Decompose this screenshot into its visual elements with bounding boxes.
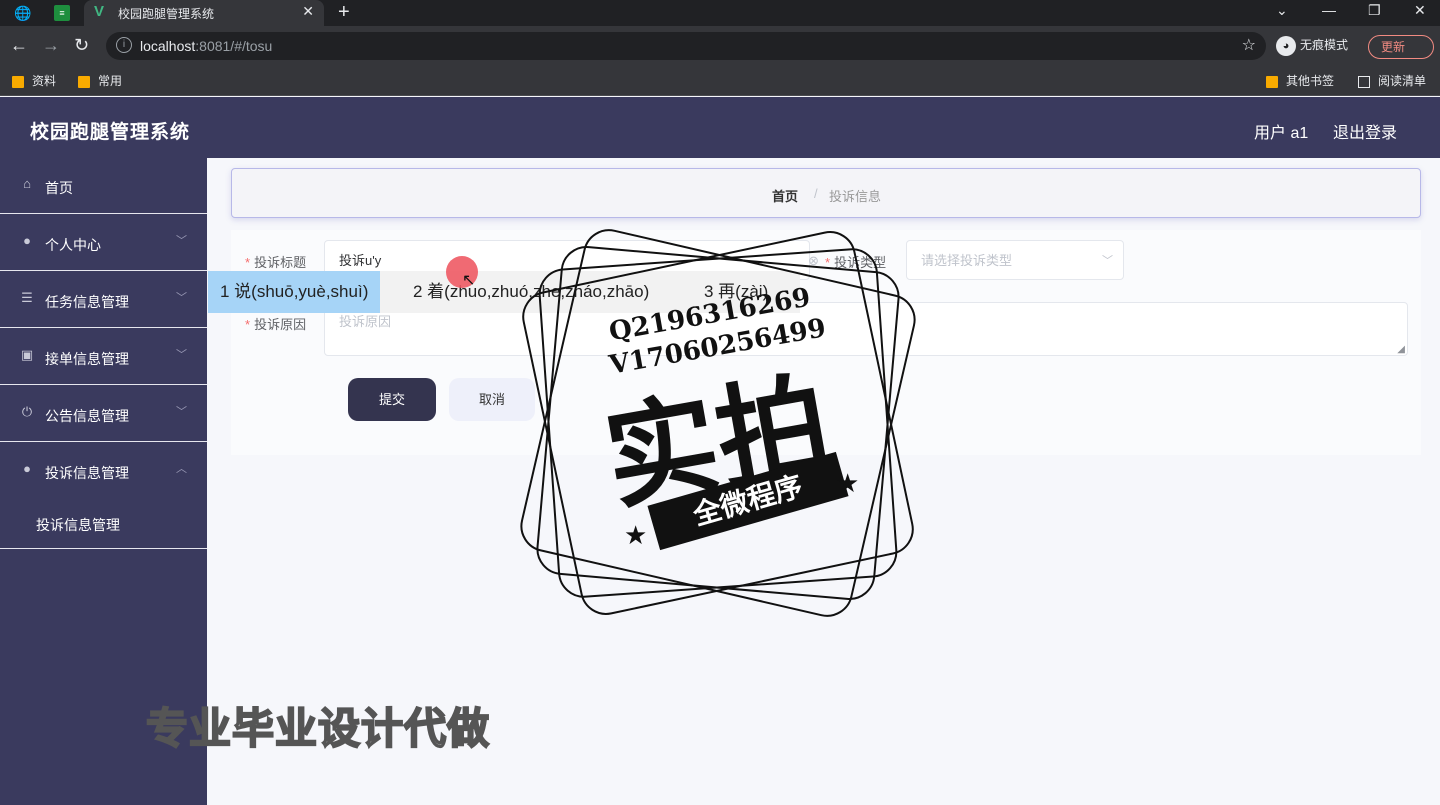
folder-icon [1266, 75, 1278, 88]
other-bookmarks[interactable]: 其他书签 [1266, 72, 1334, 89]
logout-link[interactable]: 退出登录 [1333, 119, 1397, 143]
reload-icon[interactable]: ↻ [74, 35, 89, 55]
bookmark-label: 阅读清单 [1378, 74, 1427, 88]
resize-handle-icon[interactable]: ◢ [1397, 344, 1405, 355]
sidebar-item-complaints[interactable]: ● 投诉信息管理 ︿ [0, 443, 207, 499]
app-title: 校园跑腿管理系统 [30, 122, 191, 143]
sidebar-item-announcements[interactable]: ⏻ 公告信息管理 ﹀ [0, 386, 207, 442]
back-icon[interactable]: ← [10, 35, 28, 55]
ime-candidate-1[interactable]: 1 说(shuō,yuè,shuì) [208, 271, 381, 313]
user-icon: ● [23, 461, 31, 476]
restore-icon[interactable]: ❐ [1368, 2, 1381, 19]
incognito-icon: ◕ [1276, 36, 1296, 56]
bookmark-star-icon[interactable]: ☆ [1242, 35, 1256, 55]
sidebar-item-label: 任务信息管理 [45, 294, 129, 310]
power-icon: ⏻ [21, 404, 33, 419]
vue-logo-icon: V [94, 3, 105, 20]
chevron-down-icon: ﹀ [1102, 255, 1113, 267]
breadcrumb: 首页 / 投诉信息 [231, 168, 1421, 218]
star-icon: ★ [836, 468, 860, 498]
address-bar-row: ← → ↻ i localhost:8081/#/tosu ☆ ◕ 无痕模式 更新 [0, 26, 1440, 66]
url-host: localhost [140, 38, 196, 54]
type-select[interactable]: 请选择投诉类型 ﹀ [906, 240, 1124, 280]
breadcrumb-separator: / [814, 186, 818, 201]
breadcrumb-current: 投诉信息 [829, 189, 882, 204]
mouse-cursor-icon: ↖ [462, 272, 476, 289]
required-marker: * [245, 255, 251, 270]
reason-placeholder: 投诉原因 [339, 314, 392, 329]
update-button[interactable]: 更新 [1368, 35, 1434, 59]
new-tab-icon[interactable]: + [338, 1, 350, 24]
chevron-up-icon: ︿ [176, 463, 187, 475]
clipboard-icon: ▣ [20, 347, 34, 362]
chevron-down-icon: ﹀ [176, 349, 187, 361]
sidebar-item-orders[interactable]: ▣ 接单信息管理 ﹀ [0, 329, 207, 385]
user-icon: ● [23, 233, 31, 248]
bottom-watermark-text: 专业毕业设计代做 [145, 704, 491, 753]
title-input-value: 投诉u'y [339, 253, 382, 268]
required-marker: * [245, 317, 251, 332]
breadcrumb-home[interactable]: 首页 [772, 186, 798, 205]
url-path: :8081/#/tosu [195, 38, 273, 54]
forward-icon[interactable]: → [42, 35, 60, 55]
bookmark-folder-2[interactable]: 常用 [78, 72, 122, 89]
incognito-indicator[interactable]: ◕ 无痕模式 [1276, 36, 1348, 56]
tab-title: 校园跑腿管理系统 [118, 7, 215, 21]
bookmark-label: 其他书签 [1286, 74, 1335, 88]
title-label-text: 投诉标题 [254, 255, 307, 270]
bookmark-label: 常用 [98, 74, 123, 88]
sidebar-item-label: 首页 [45, 180, 73, 196]
minimize-icon[interactable]: — [1322, 2, 1336, 18]
site-info-icon[interactable]: i [116, 37, 132, 53]
close-window-icon[interactable]: ✕ [1414, 2, 1426, 19]
tab-search-icon[interactable]: ⌄ [1276, 2, 1288, 19]
star-icon: ★ [624, 520, 648, 550]
globe-icon[interactable]: 🌐 [14, 4, 32, 22]
sliders-icon: ☰ [21, 290, 33, 305]
browser-tab-bar: 🌐 ≡ V 校园跑腿管理系统 ✕ + ⌄ — ❐ ✕ [0, 0, 1440, 26]
bookmarks-bar: 资料 常用 其他书签 阅读清单 [0, 66, 1440, 96]
folder-icon [12, 75, 24, 88]
submit-button[interactable]: 提交 [348, 378, 436, 421]
reading-list-icon [1358, 75, 1370, 88]
url-input[interactable]: i localhost:8081/#/tosu ☆ [106, 32, 1266, 60]
current-user: 用户 a1 [1254, 125, 1309, 142]
sidebar-item-tasks[interactable]: ☰ 任务信息管理 ﹀ [0, 272, 207, 328]
browser-tab-active[interactable]: V 校园跑腿管理系统 ✕ [84, 0, 324, 26]
incognito-label: 无痕模式 [1300, 38, 1349, 53]
bookmark-folder-1[interactable]: 资料 [12, 72, 56, 89]
sidebar-item-label: 接单信息管理 [45, 351, 129, 367]
url-text: localhost:8081/#/tosu [140, 38, 272, 54]
bookmark-label: 资料 [32, 74, 57, 88]
cancel-button[interactable]: 取消 [449, 378, 535, 421]
reading-list[interactable]: 阅读清单 [1358, 72, 1426, 89]
sidebar-item-label: 公告信息管理 [45, 408, 129, 424]
sidebar-item-home[interactable]: ⌂ 首页 [0, 158, 207, 214]
chevron-down-icon: ﹀ [176, 235, 187, 247]
app-header: 校园跑腿管理系统 用户 a1 退出登录 [0, 97, 1440, 158]
sidebar-item-label: 投诉信息管理 [45, 465, 129, 481]
sheet-tab-icon[interactable]: ≡ [54, 5, 70, 21]
chevron-down-icon: ﹀ [176, 406, 187, 418]
sidebar-item-label: 个人中心 [45, 237, 101, 253]
chevron-down-icon: ﹀ [176, 292, 187, 304]
sidebar-subitem-complaints[interactable]: 投诉信息管理 [0, 499, 207, 549]
sidebar-item-profile[interactable]: ● 个人中心 ﹀ [0, 215, 207, 271]
folder-icon [78, 75, 90, 88]
reason-label-text: 投诉原因 [254, 317, 307, 332]
close-tab-icon[interactable]: ✕ [302, 3, 314, 20]
sidebar-subitem-label: 投诉信息管理 [36, 517, 120, 533]
reason-field-label: * 投诉原因 [245, 314, 306, 333]
type-select-placeholder: 请选择投诉类型 [921, 253, 1013, 268]
home-icon: ⌂ [23, 176, 31, 191]
title-field-label: * 投诉标题 [245, 252, 306, 271]
